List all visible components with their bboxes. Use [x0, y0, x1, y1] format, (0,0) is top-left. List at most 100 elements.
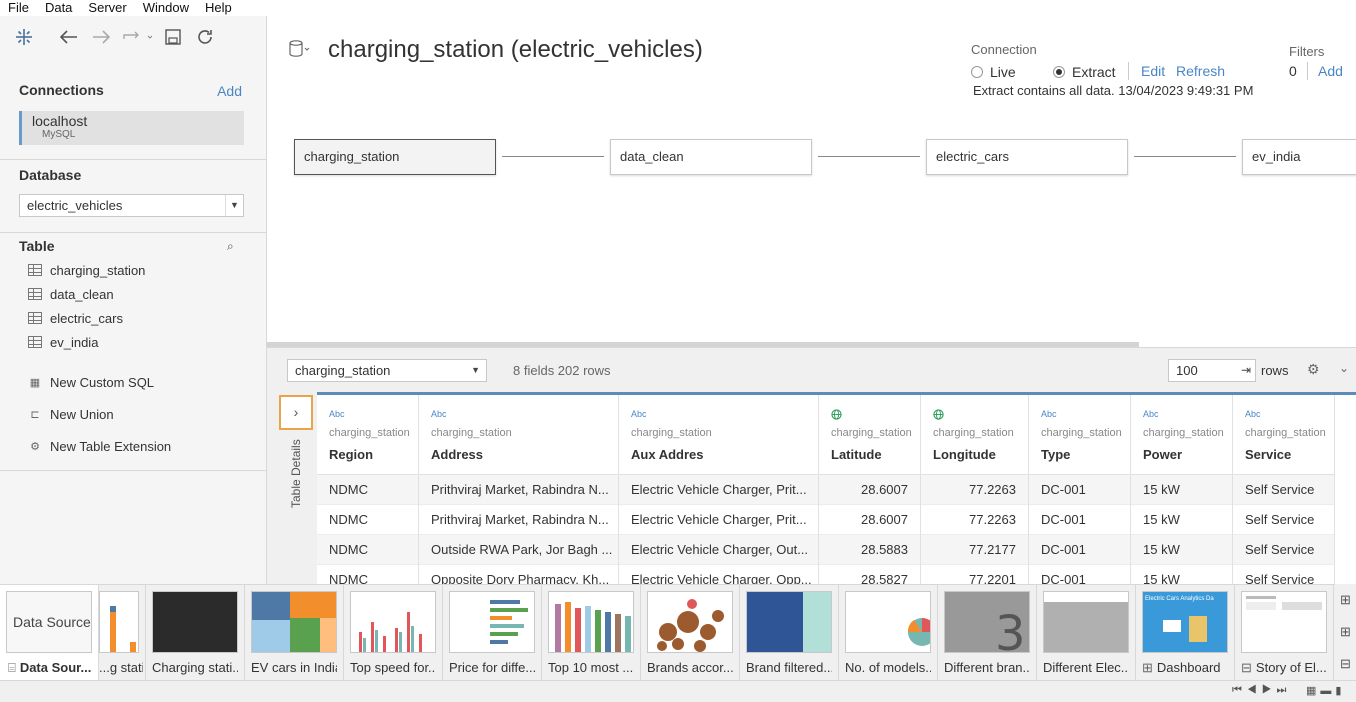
tab-data-source[interactable]: Data Source ⌸ Data Sour... — [0, 585, 99, 681]
table-cell: NDMC — [317, 565, 418, 585]
table-cell: 15 kW — [1131, 505, 1232, 535]
canvas-table-ev-india[interactable]: ev_india — [1242, 139, 1356, 175]
table-item-charging-station[interactable]: charging_station — [28, 260, 145, 280]
table-item-data-clean[interactable]: data_clean — [28, 284, 114, 304]
sheet-tab[interactable]: Price for diffe... — [443, 585, 542, 681]
column-name[interactable]: Latitude — [831, 447, 920, 462]
save-icon[interactable] — [162, 26, 184, 48]
column-header[interactable]: charging_station Latitude — [819, 395, 920, 475]
sheet-tab[interactable]: Top speed for... — [344, 585, 443, 681]
column-name[interactable]: Address — [431, 447, 618, 462]
column-header[interactable]: Abc charging_station Address — [419, 395, 618, 475]
view-mode-icons[interactable]: ▦▬▮ — [1306, 684, 1345, 697]
menu-file[interactable]: File — [0, 0, 37, 16]
replace-data-icon[interactable] — [120, 26, 154, 48]
table-icon — [28, 288, 42, 300]
sheet-navigation-icons[interactable]: ⏮◀▶⏭ — [1232, 684, 1291, 697]
menu-data[interactable]: Data — [37, 0, 80, 16]
refresh-icon[interactable] — [194, 26, 216, 48]
table-cell: DC-001 — [1029, 565, 1130, 585]
sheet-tab[interactable]: Electric Cars Analytics Da ⊞ Dashboard — [1136, 585, 1235, 681]
globe-icon[interactable] — [831, 409, 920, 423]
sheet-tab[interactable]: EV cars in India — [245, 585, 344, 681]
column-header[interactable]: charging_station Longitude — [921, 395, 1028, 475]
column-name[interactable]: Aux Addres — [631, 447, 818, 462]
arrow-right-icon[interactable]: ⇥ — [1241, 360, 1251, 381]
sheet-thumbnail — [99, 591, 139, 653]
live-radio[interactable]: Live — [971, 64, 1016, 80]
menu-window[interactable]: Window — [135, 0, 197, 16]
refresh-link[interactable]: Refresh — [1176, 63, 1225, 79]
column-source: charging_station — [1245, 427, 1326, 439]
column-header[interactable]: Abc charging_station Type — [1029, 395, 1130, 475]
column-name[interactable]: Longitude — [933, 447, 1028, 462]
gear-icon[interactable]: ⚙ — [1307, 361, 1320, 378]
string-type-icon[interactable]: Abc — [1041, 409, 1130, 423]
sheet-tab[interactable]: No. of models... — [839, 585, 938, 681]
column-header[interactable]: Abc charging_station Power — [1131, 395, 1232, 475]
column-name[interactable]: Type — [1041, 447, 1130, 462]
string-type-icon[interactable]: Abc — [631, 409, 818, 423]
sheet-tab[interactable]: ⊟ Story of El... — [1235, 585, 1334, 681]
undo-icon[interactable] — [58, 26, 80, 48]
sheet-tab[interactable]: 3 Different bran... — [938, 585, 1037, 681]
grid-column: charging_station Longitude 77.2263 77.2263 7… — [921, 395, 1029, 585]
new-table-extension[interactable]: ⚙ New Table Extension — [28, 436, 171, 456]
table-item-ev-india[interactable]: ev_india — [28, 332, 98, 352]
canvas-table-data-clean[interactable]: data_clean — [610, 139, 812, 175]
add-connection-link[interactable]: Add — [217, 83, 242, 99]
relationship-line[interactable] — [502, 156, 604, 157]
chevron-down-icon[interactable]: ⌄ — [1339, 361, 1349, 375]
new-dashboard-icon[interactable]: ⊞ — [1335, 616, 1356, 648]
filters-label: Filters — [1289, 44, 1325, 59]
sheet-thumbnail — [548, 591, 634, 653]
database-title: Database — [19, 167, 82, 183]
column-name[interactable]: Power — [1143, 447, 1232, 462]
divider — [0, 232, 267, 233]
string-type-icon[interactable]: Abc — [1245, 409, 1334, 423]
relationship-line[interactable] — [1134, 156, 1236, 157]
string-type-icon[interactable]: Abc — [1143, 409, 1232, 423]
column-source: charging_station — [1143, 427, 1224, 439]
search-icon[interactable]: ⌕ — [227, 239, 234, 254]
new-story-icon[interactable]: ⊟ — [1335, 648, 1356, 680]
new-custom-sql[interactable]: ▦ New Custom SQL — [28, 372, 154, 392]
add-filter-link[interactable]: Add — [1318, 63, 1343, 79]
tableau-logo-icon[interactable] — [13, 26, 35, 48]
menu-help[interactable]: Help — [197, 0, 240, 16]
sheet-tab[interactable]: Brands accor... — [641, 585, 740, 681]
grid-table-select[interactable]: charging_station ▼ — [287, 359, 487, 382]
edit-link[interactable]: Edit — [1141, 63, 1165, 79]
sheet-tab[interactable]: ...g stati... — [99, 585, 146, 681]
canvas-table-charging-station[interactable]: charging_station — [294, 139, 496, 175]
sheet-tab[interactable]: Brand filtered... — [740, 585, 839, 681]
new-union[interactable]: ⊏ New Union — [28, 404, 113, 424]
menu-server[interactable]: Server — [80, 0, 134, 16]
new-sheet-buttons: ⊞ ⊞ ⊟ — [1335, 584, 1356, 680]
rows-input[interactable]: 100 ⇥ — [1168, 359, 1256, 382]
column-name[interactable]: Service — [1245, 447, 1334, 462]
new-worksheet-icon[interactable]: ⊞ — [1335, 584, 1356, 616]
string-type-icon[interactable]: Abc — [329, 409, 418, 423]
column-name[interactable]: Region — [329, 447, 418, 462]
table-details-toggle[interactable]: › — [279, 395, 313, 430]
column-header[interactable]: Abc charging_station Aux Addres — [619, 395, 818, 475]
table-details-label[interactable]: Table Details — [289, 439, 303, 508]
table-item-electric-cars[interactable]: electric_cars — [28, 308, 123, 328]
table-cell: 28.6007 — [819, 475, 920, 505]
sheet-tab[interactable]: Different Elec... — [1037, 585, 1136, 681]
extract-radio[interactable]: Extract — [1053, 64, 1116, 80]
page-title[interactable]: charging_station (electric_vehicles) — [328, 36, 703, 64]
sheet-tab[interactable]: Top 10 most ... — [542, 585, 641, 681]
redo-icon[interactable] — [90, 26, 112, 48]
database-icon[interactable] — [289, 40, 313, 58]
canvas-table-electric-cars[interactable]: electric_cars — [926, 139, 1128, 175]
globe-icon[interactable] — [933, 409, 1028, 423]
column-header[interactable]: Abc charging_station Service — [1233, 395, 1334, 475]
column-header[interactable]: Abc charging_station Region — [317, 395, 418, 475]
string-type-icon[interactable]: Abc — [431, 409, 618, 423]
database-select[interactable]: electric_vehicles ▼ — [19, 194, 244, 217]
sheet-tab[interactable]: Charging stati... — [146, 585, 245, 681]
connection-localhost[interactable]: localhost MySQL — [19, 111, 244, 145]
relationship-line[interactable] — [818, 156, 920, 157]
